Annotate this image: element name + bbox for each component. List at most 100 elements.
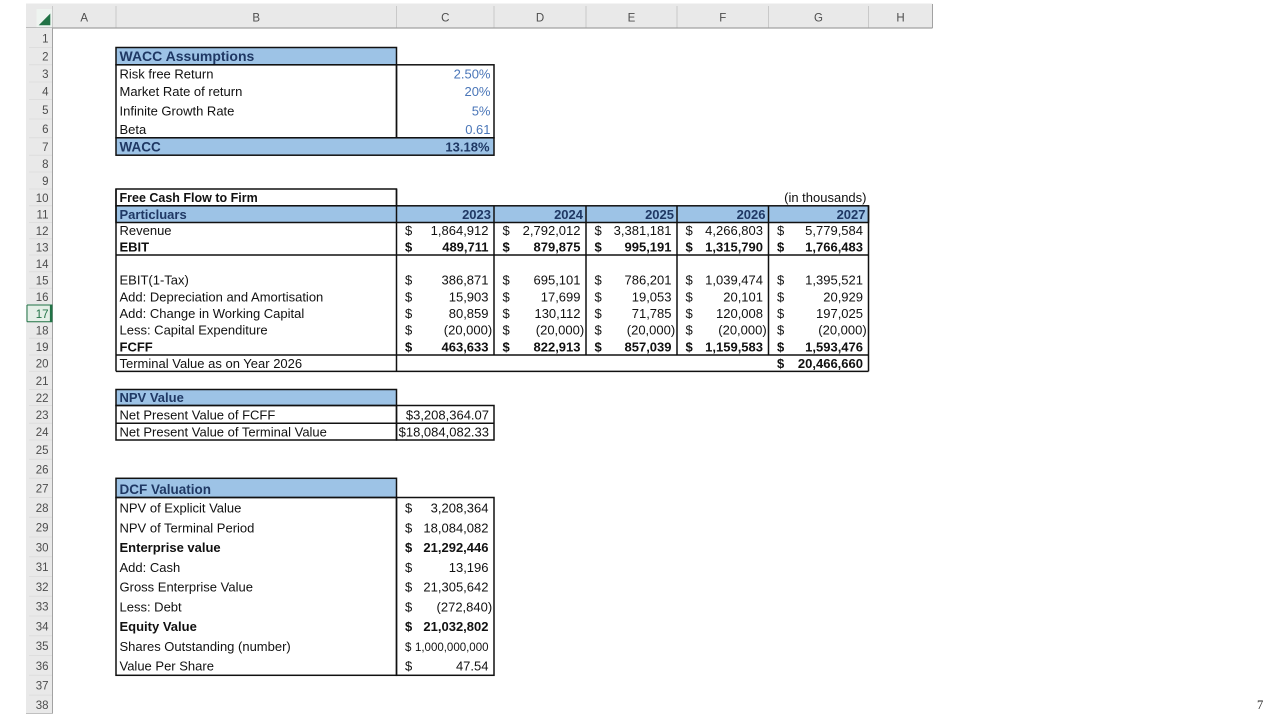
svg-text:1,315,790: 1,315,790 xyxy=(705,239,763,254)
svg-text:Infinite Growth Rate: Infinite Growth Rate xyxy=(120,103,235,118)
svg-text:2.50%: 2.50% xyxy=(454,66,491,81)
svg-text:$: $ xyxy=(405,289,413,304)
svg-text:34: 34 xyxy=(36,621,49,633)
svg-text:G: G xyxy=(814,13,823,25)
svg-text:$: $ xyxy=(503,273,511,288)
svg-text:29: 29 xyxy=(36,523,49,535)
svg-text:1,039,474: 1,039,474 xyxy=(705,273,763,288)
svg-text:B: B xyxy=(252,13,260,25)
svg-text:Particluars: Particluars xyxy=(120,207,187,222)
svg-text:2025: 2025 xyxy=(645,207,674,222)
svg-text:$: $ xyxy=(405,223,413,238)
svg-text:31: 31 xyxy=(36,562,49,574)
svg-text:17,699: 17,699 xyxy=(541,289,581,304)
svg-text:2026: 2026 xyxy=(737,207,766,222)
svg-text:32: 32 xyxy=(36,582,49,594)
svg-text:130,112: 130,112 xyxy=(534,306,580,321)
svg-text:19,053: 19,053 xyxy=(632,289,672,304)
svg-text:$: $ xyxy=(595,323,603,338)
svg-text:19: 19 xyxy=(36,342,49,354)
svg-text:2: 2 xyxy=(42,52,48,64)
svg-text:$: $ xyxy=(503,323,511,338)
svg-text:(20,000): (20,000) xyxy=(818,323,866,338)
svg-text:A: A xyxy=(80,13,88,25)
svg-text:$: $ xyxy=(405,323,413,338)
svg-text:EBIT: EBIT xyxy=(120,239,150,254)
svg-text:Add: Depreciation and Amortisa: Add: Depreciation and Amortisation xyxy=(120,289,324,304)
svg-text:NPV Value: NPV Value xyxy=(120,390,184,405)
svg-text:20: 20 xyxy=(36,359,49,371)
svg-text:4,266,803: 4,266,803 xyxy=(705,223,763,238)
svg-text:E: E xyxy=(628,13,636,25)
svg-text:879,875: 879,875 xyxy=(534,239,581,254)
svg-text:5: 5 xyxy=(42,105,48,117)
svg-text:120,008: 120,008 xyxy=(716,306,763,321)
svg-text:197,025: 197,025 xyxy=(816,306,863,321)
svg-text:$: $ xyxy=(686,323,694,338)
svg-text:386,871: 386,871 xyxy=(442,273,489,288)
svg-text:$: $ xyxy=(777,239,785,254)
svg-text:(20,000): (20,000) xyxy=(444,323,492,338)
svg-text:21: 21 xyxy=(36,376,49,388)
svg-text:3,208,364: 3,208,364 xyxy=(431,501,489,516)
svg-text:1,864,912: 1,864,912 xyxy=(431,223,489,238)
svg-text:7: 7 xyxy=(42,142,48,154)
svg-text:822,913: 822,913 xyxy=(534,339,581,354)
svg-text:Market Rate of return: Market Rate of return xyxy=(120,84,243,99)
svg-text:13.18%: 13.18% xyxy=(445,140,490,155)
svg-text:Less: Capital Expenditure: Less: Capital Expenditure xyxy=(120,323,268,338)
svg-text:$: $ xyxy=(686,239,694,254)
svg-text:$: $ xyxy=(405,540,413,555)
svg-text:$: $ xyxy=(595,223,603,238)
svg-text:$: $ xyxy=(595,289,603,304)
svg-text:36: 36 xyxy=(36,661,49,673)
svg-text:$: $ xyxy=(595,339,603,354)
svg-text:D: D xyxy=(536,13,544,25)
svg-text:3: 3 xyxy=(42,69,48,81)
svg-text:$: $ xyxy=(595,306,603,321)
svg-text:NPV of Explicit Value: NPV of Explicit Value xyxy=(120,501,242,516)
svg-text:$: $ xyxy=(503,223,511,238)
svg-text:2027: 2027 xyxy=(837,207,866,222)
svg-text:Net Present Value of Terminal: Net Present Value of Terminal Value xyxy=(120,424,327,439)
svg-text:$: $ xyxy=(405,239,413,254)
svg-text:786,201: 786,201 xyxy=(625,273,672,288)
svg-text:38: 38 xyxy=(36,700,49,712)
svg-text:25: 25 xyxy=(36,445,49,457)
svg-text:1: 1 xyxy=(42,33,48,45)
svg-text:$3,208,364.07: $3,208,364.07 xyxy=(406,408,489,423)
svg-text:$: $ xyxy=(595,239,603,254)
svg-text:1,766,483: 1,766,483 xyxy=(805,239,863,254)
svg-text:1,593,476: 1,593,476 xyxy=(805,339,863,354)
svg-text:15: 15 xyxy=(36,276,49,288)
svg-text:$: $ xyxy=(686,273,694,288)
svg-text:$: $ xyxy=(405,580,413,595)
svg-text:22: 22 xyxy=(36,393,49,405)
svg-text:6: 6 xyxy=(42,124,48,136)
svg-text:(20,000): (20,000) xyxy=(718,323,766,338)
svg-text:Equity Value: Equity Value xyxy=(120,619,197,634)
svg-text:Free Cash Flow to Firm: Free Cash Flow to Firm xyxy=(120,191,258,205)
svg-text:$: $ xyxy=(405,619,413,634)
svg-text:WACC Assumptions: WACC Assumptions xyxy=(120,48,255,64)
svg-text:5%: 5% xyxy=(472,103,491,118)
svg-text:4: 4 xyxy=(42,86,49,98)
svg-text:Gross Enterprise Value: Gross Enterprise Value xyxy=(120,580,253,595)
svg-text:80,859: 80,859 xyxy=(449,306,489,321)
svg-text:8: 8 xyxy=(42,159,48,171)
svg-text:10: 10 xyxy=(36,193,49,205)
svg-text:$: $ xyxy=(777,339,785,354)
svg-text:15,903: 15,903 xyxy=(449,289,489,304)
svg-text:17: 17 xyxy=(36,309,49,321)
svg-text:Add: Cash: Add: Cash xyxy=(120,560,181,575)
svg-text:$: $ xyxy=(405,339,413,354)
svg-text:2023: 2023 xyxy=(462,207,491,222)
svg-text:$: $ xyxy=(777,306,785,321)
svg-text:24: 24 xyxy=(36,427,49,439)
svg-text:$: $ xyxy=(405,599,413,614)
svg-text:$: $ xyxy=(405,501,413,516)
svg-text:20,466,660: 20,466,660 xyxy=(798,356,863,371)
svg-text:12: 12 xyxy=(36,226,49,238)
svg-text:20%: 20% xyxy=(464,84,490,99)
svg-text:463,633: 463,633 xyxy=(442,339,489,354)
